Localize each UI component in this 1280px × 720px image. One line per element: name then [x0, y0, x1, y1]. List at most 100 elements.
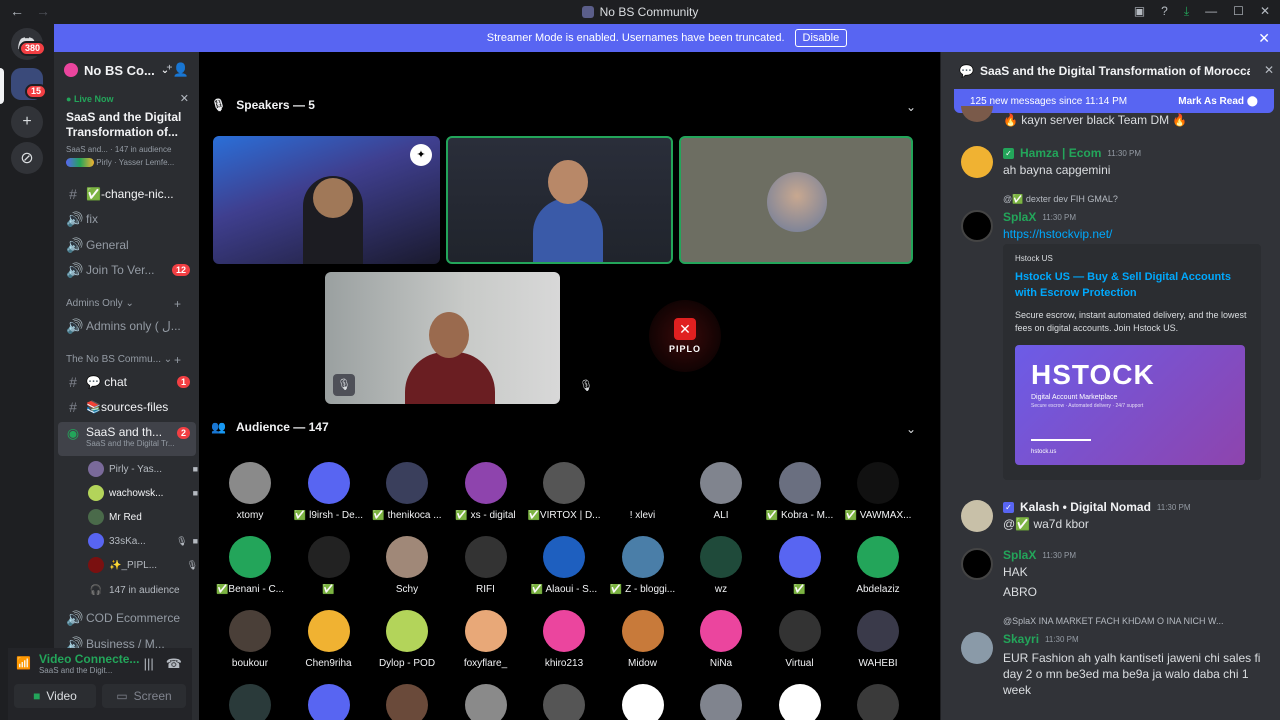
audience-member[interactable]: ✅ l9irsh - De... — [290, 462, 368, 521]
category-no-bs-community[interactable]: The No BS Commu... ⌄ + — [66, 353, 181, 367]
channel-general[interactable]: 🔊 General — [58, 233, 196, 257]
audience-member[interactable]: ✅ Alaoui - S... — [525, 536, 603, 595]
help-icon[interactable]: ? — [1161, 4, 1168, 19]
audience-member[interactable]: ✅VIRTOX | D... — [525, 462, 603, 521]
channel-fix[interactable]: 🔊 fix — [58, 207, 196, 231]
audience-member[interactable]: ALI — [682, 462, 760, 521]
video-button[interactable]: ■ Video — [14, 684, 96, 708]
close-banner-icon[interactable]: ✕ — [1258, 30, 1270, 47]
audience-member[interactable] — [290, 684, 368, 720]
audience-member[interactable]: wz — [682, 536, 760, 595]
embed-image[interactable]: HSTOCK Digital Account Marketplace Secur… — [1015, 345, 1245, 465]
audience-member[interactable] — [525, 684, 603, 720]
audience-member[interactable]: ✅ thenikoca ... — [368, 462, 446, 521]
inbox-icon[interactable]: ▣ — [1134, 4, 1145, 19]
audience-member[interactable]: WAHEBI — [839, 610, 917, 669]
embed-title[interactable]: Hstock US — Buy & Sell Digital Accounts … — [1015, 269, 1249, 301]
screen-share-button[interactable]: ▭ Screen — [102, 684, 186, 708]
message-author[interactable]: SplaX — [1003, 210, 1036, 224]
download-icon[interactable]: ⤓ — [1184, 4, 1189, 19]
add-channel-icon[interactable]: + — [174, 353, 181, 367]
audience-member[interactable]: ✅ Kobra - M... — [761, 462, 839, 521]
audience-member[interactable]: ✅ xs - digital — [447, 462, 525, 521]
audience-member[interactable]: Schy — [368, 536, 446, 595]
audience-count-row[interactable]: 🎧 147 in audience — [88, 580, 198, 600]
live-stage-card[interactable]: ● Live Now ✕ SaaS and the Digital Transf… — [58, 90, 195, 171]
voice-user-wachowski[interactable]: wachowsk... ■ — [88, 483, 198, 503]
chevron-down-icon[interactable]: ⌄ — [906, 100, 916, 114]
audience-member[interactable]: xtomy — [211, 462, 289, 521]
server-name: No BS Co... — [84, 62, 155, 78]
speaker-tile-2[interactable] — [446, 136, 673, 264]
channel-admins-only[interactable]: 🔊 Admins only ( ل... — [58, 314, 196, 338]
close-chat-icon[interactable]: ✕ — [1264, 63, 1274, 77]
audience-member[interactable]: NiNa — [682, 610, 760, 669]
audience-member[interactable] — [604, 684, 682, 720]
noise-suppression-icon[interactable]: ||| — [144, 656, 154, 672]
reply-reference[interactable]: @SplaX INA MARKET FACH KHDAM O INA NICH … — [1003, 616, 1224, 626]
audience-member[interactable]: Virtual — [761, 610, 839, 669]
audience-member[interactable]: ! xlevi — [604, 462, 682, 521]
reply-reference[interactable]: @✅ dexter dev FIH GMAL? — [1003, 194, 1118, 205]
audience-member[interactable]: Abdelaziz — [839, 536, 917, 595]
channel-chat[interactable]: # 💬 chat 1 — [58, 370, 196, 394]
audience-member[interactable] — [761, 684, 839, 720]
audience-member[interactable]: RIFI — [447, 536, 525, 595]
channel-stage-saas[interactable]: ◉ SaaS and th... SaaS and the Digital Tr… — [58, 422, 196, 456]
voice-user-pirly[interactable]: Pirly - Yas... ■ — [88, 459, 198, 479]
close-live-icon[interactable]: ✕ — [180, 92, 189, 105]
channel-join-to-verify[interactable]: 🔊 Join To Ver... 12 — [58, 258, 196, 282]
voice-user-piplo[interactable]: ✨_PIPL... 🎙 — [88, 555, 198, 575]
audience-member[interactable]: Chen9riha — [290, 610, 368, 669]
message-link[interactable]: https://hstockvip.net/ — [1003, 226, 1263, 242]
audience-member[interactable]: khiro213 — [525, 610, 603, 669]
chevron-down-icon[interactable]: ⌄ — [906, 422, 916, 436]
audience-header[interactable]: 👥 Audience — 147 — [211, 420, 329, 434]
voice-user-33ska[interactable]: 33sKa... 🎙 ■ — [88, 531, 198, 551]
message-author[interactable]: SplaX — [1003, 548, 1036, 562]
voice-status-label[interactable]: Video Connecte... — [39, 652, 139, 666]
audience-member[interactable] — [682, 684, 760, 720]
speaker-tile-4[interactable]: 🎙 — [325, 272, 560, 404]
disable-streamer-button[interactable]: Disable — [794, 29, 848, 47]
audience-member[interactable]: ✅ — [761, 536, 839, 595]
speaker-tile-5[interactable]: ✕ PIPLO 🎙 — [567, 272, 802, 404]
audience-member[interactable]: ✅ — [290, 536, 368, 595]
audience-member[interactable] — [368, 684, 446, 720]
server-header[interactable]: No BS Co... ⌄ ⁺👤 — [54, 52, 199, 88]
minimize-icon[interactable]: — — [1205, 4, 1217, 19]
voice-user-mr-red[interactable]: Mr Red — [88, 507, 198, 527]
audience-member[interactable]: Dylop - POD — [368, 610, 446, 669]
category-admins-only[interactable]: Admins Only ⌄ + — [66, 297, 181, 311]
explore-icon[interactable]: ⊘ — [11, 142, 43, 174]
message-author[interactable]: Hamza | Ecom — [1020, 146, 1101, 160]
audience-member[interactable]: ✅Benani - C... — [211, 536, 289, 595]
audience-member[interactable]: ✅ VAWMAX... — [839, 462, 917, 521]
audience-member[interactable]: ✅ Z - bloggi... — [604, 536, 682, 595]
maximize-icon[interactable]: ☐ — [1233, 4, 1244, 19]
audience-member[interactable]: Midow — [604, 610, 682, 669]
mark-as-read-button[interactable]: Mark As Read ⬤ — [1178, 96, 1258, 107]
close-window-icon[interactable]: ✕ — [1260, 4, 1270, 19]
add-channel-icon[interactable]: + — [174, 297, 181, 311]
forward-arrow-icon[interactable]: → — [36, 3, 50, 19]
message-author[interactable]: Kalash • Digital Nomad — [1020, 500, 1151, 514]
channel-change-nickname[interactable]: # ✅-change-nic... — [58, 182, 196, 206]
disconnect-icon[interactable]: ☎ — [166, 656, 182, 672]
speaker-tile-3[interactable] — [679, 136, 913, 264]
speakers-header[interactable]: 🎙 Speakers — 5 — [211, 98, 315, 112]
channel-cod-ecommerce[interactable]: 🔊 COD Ecommerce — [58, 606, 196, 630]
audience-member[interactable]: foxyflare_ — [447, 610, 525, 669]
add-server-icon[interactable]: + — [11, 106, 43, 138]
audience-member[interactable] — [447, 684, 525, 720]
audience-member[interactable] — [839, 684, 917, 720]
back-arrow-icon[interactable]: ← — [10, 3, 24, 19]
message-author[interactable]: Skayri — [1003, 632, 1039, 646]
channel-sources-files[interactable]: # 📚sources-files — [58, 395, 196, 419]
add-member-icon[interactable]: ⁺👤 — [166, 62, 189, 78]
speaker-tile-1[interactable]: ✦ — [213, 136, 440, 264]
audience-member[interactable] — [211, 684, 289, 720]
voice-channel-label[interactable]: SaaS and the Digit... — [39, 666, 139, 675]
new-messages-bar[interactable]: 125 new messages since 11:14 PM Mark As … — [954, 89, 1274, 113]
audience-member[interactable]: boukour — [211, 610, 289, 669]
